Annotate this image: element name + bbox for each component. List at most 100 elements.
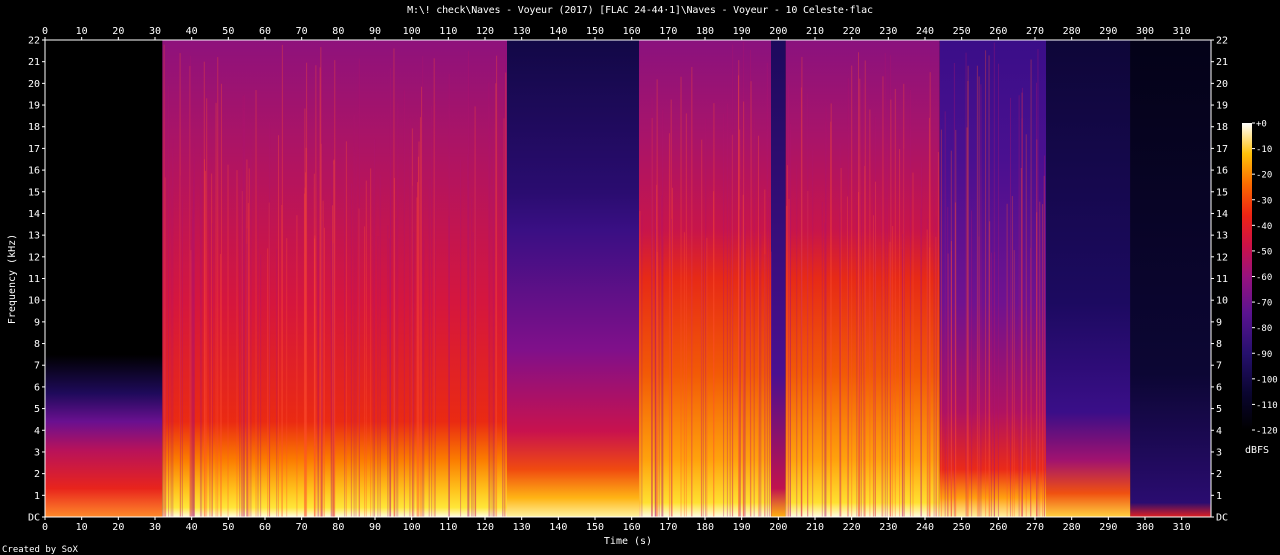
spectrogram-transient	[723, 114, 725, 517]
spectrogram-transient	[680, 76, 682, 518]
spectrogram-transient	[858, 191, 860, 518]
spectrogram-transient	[205, 170, 207, 517]
x-tick-label: 140	[549, 26, 567, 37]
spectrogram-transient	[655, 229, 657, 517]
spectrogram-transient	[971, 210, 973, 517]
x-tick-label: 220	[843, 26, 861, 37]
spectrogram-transient	[990, 252, 992, 517]
spectrogram-transient	[947, 207, 949, 518]
x-tick-label: 240	[916, 522, 934, 533]
spectrogram-transient	[656, 79, 658, 517]
y-axis-left: DC12345678910111213141516171819202122	[28, 36, 45, 524]
spectrogram-transient	[980, 84, 982, 517]
y-tick-label: 7	[34, 361, 40, 372]
spectrogram-transient	[322, 200, 324, 517]
x-tick-label: 150	[586, 522, 604, 533]
y-tick-label: 1	[34, 491, 40, 502]
spectrogram-transient	[742, 194, 744, 518]
x-tick-label: 10	[76, 522, 88, 533]
y-tick-label: 13	[1216, 231, 1228, 242]
y-tick-label: 16	[28, 166, 40, 177]
colorbar-tick-label: -90	[1256, 350, 1272, 360]
x-tick-label: 190	[733, 522, 751, 533]
spectrogram-transient	[739, 179, 741, 517]
spectrogram-transient	[236, 170, 238, 517]
x-tick-label: 310	[1173, 26, 1191, 37]
x-tick-label: 120	[476, 522, 494, 533]
colorbar-tick-label: -110	[1256, 401, 1278, 411]
x-tick-label: 30	[149, 26, 161, 37]
y-tick-label: 10	[28, 296, 40, 307]
x-tick-label: 30	[149, 522, 161, 533]
colorbar-label: dBFS	[1245, 445, 1269, 456]
x-tick-label: 260	[989, 522, 1007, 533]
spectrogram-segment	[45, 40, 163, 517]
spectrogram-transient	[691, 66, 693, 518]
spectrogram-transient	[242, 95, 244, 517]
spectrogram-transient	[217, 57, 219, 517]
x-tick-label: 50	[222, 522, 234, 533]
colorbar-tick-label: -50	[1256, 247, 1272, 257]
spectrogram-transient	[206, 98, 208, 518]
spectrogram-transient	[474, 106, 476, 517]
spectrogram-transient	[1013, 250, 1015, 517]
spectrogram-transient	[421, 86, 423, 517]
spectrogram-transient	[1039, 201, 1041, 517]
spectrogram-transient	[967, 65, 969, 517]
spectrogram-transient	[701, 139, 703, 517]
spectrogram-transient	[661, 195, 663, 518]
spectrogram-transient	[1025, 134, 1027, 517]
x-tick-label: 110	[439, 26, 457, 37]
spectrogram-transient	[993, 252, 995, 517]
spectrogram-transient	[801, 56, 803, 518]
spectrogram-transient	[864, 60, 866, 518]
x-tick-label: 200	[769, 26, 787, 37]
spectrogram-transient	[502, 158, 504, 517]
spectrogram-transient	[821, 201, 823, 517]
spectrogram-transient	[839, 212, 841, 517]
x-tick-label: 100	[403, 26, 421, 37]
spectrogram-transient	[247, 203, 249, 517]
x-tick-label: 80	[332, 26, 344, 37]
spectrogram-transient	[350, 183, 352, 518]
colorbar-tick-label: -10	[1256, 145, 1272, 155]
y-tick-label: 10	[1216, 296, 1228, 307]
spectrogram-transient	[726, 103, 728, 517]
spectrogram-transient	[269, 122, 271, 517]
spectrogram-transient	[397, 102, 399, 517]
spectrogram-transient	[365, 180, 367, 517]
spectrogram-transient	[278, 135, 280, 518]
spectrogram-transient	[944, 111, 946, 517]
spectrogram-transient	[921, 162, 923, 517]
spectrogram-transient	[1009, 97, 1011, 518]
spectrogram-transient	[889, 241, 891, 517]
spectrogram-segment	[1130, 40, 1211, 517]
x-tick-label: 130	[513, 26, 531, 37]
spectrogram-transient	[1021, 87, 1023, 517]
spectrogram-transient	[433, 58, 435, 518]
spectrogram-transient	[344, 187, 346, 517]
x-tick-label: 170	[659, 26, 677, 37]
x-tick-label: 180	[696, 26, 714, 37]
spectrogram-transient	[488, 82, 490, 517]
spectrogram-transient	[912, 172, 914, 517]
x-tick-label: 40	[186, 26, 198, 37]
spectrogram-transient	[387, 225, 389, 518]
spectrogram-heatmap	[45, 40, 1211, 518]
spectrogram-transient	[431, 105, 433, 518]
spectrogram-transient	[248, 168, 250, 517]
spectrogram-transient	[860, 194, 862, 517]
spectrogram-transient	[685, 113, 687, 517]
spectrogram-transient	[786, 165, 788, 517]
spectrogram-transient	[753, 114, 755, 517]
y-tick-label: 12	[28, 252, 40, 263]
spectrogram-transient	[165, 92, 167, 517]
y-tick-label: 19	[1216, 101, 1228, 112]
spectrogram-transient	[493, 123, 495, 518]
spectrogram-segment	[785, 40, 940, 517]
y-tick-label: 8	[1216, 339, 1222, 350]
spectrogram-transient	[683, 232, 685, 517]
spectrogram-transient	[929, 72, 931, 518]
spectrogram-transient	[702, 240, 704, 517]
spectrogram-transient	[766, 62, 768, 517]
